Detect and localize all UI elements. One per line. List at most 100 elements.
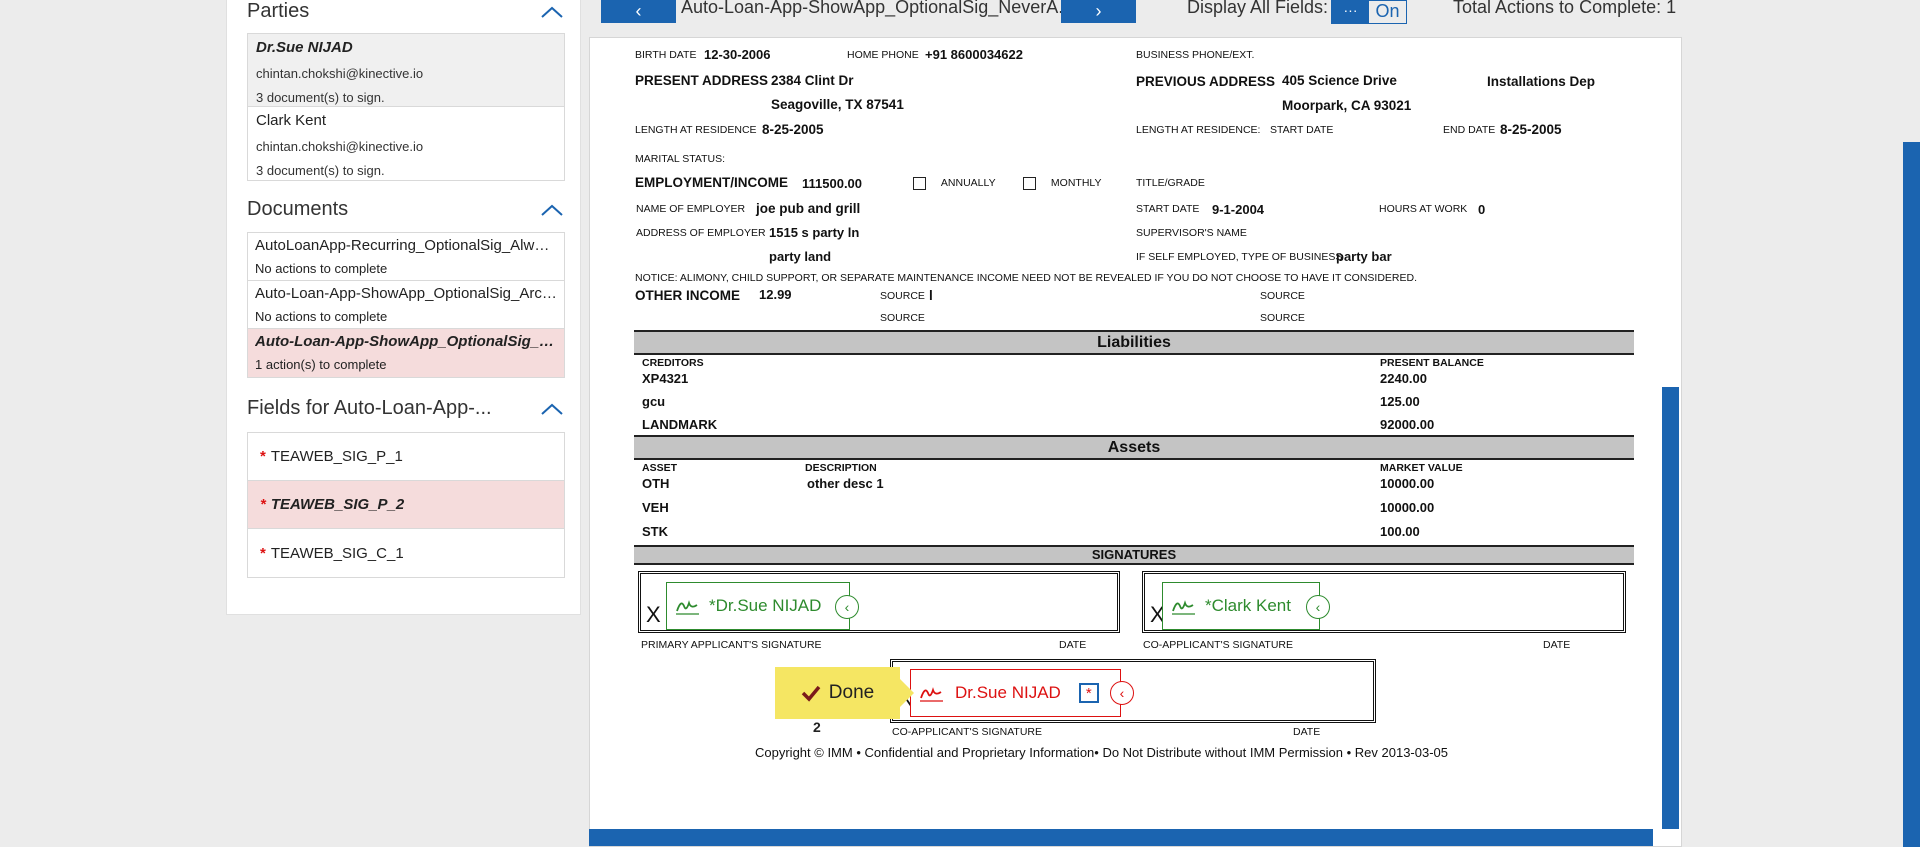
home-phone-label: HOME PHONE <box>847 49 919 61</box>
horizontal-scrollbar[interactable] <box>589 829 1653 846</box>
toggle-value: On <box>1375 1 1400 21</box>
creditors-label: CREDITORS <box>642 357 704 369</box>
done-label: Done <box>828 682 875 703</box>
required-mark: * <box>260 448 266 465</box>
signature-pen-icon <box>1172 600 1195 615</box>
signature-pen-icon <box>676 600 699 615</box>
monthly-label: MONTHLY <box>1050 177 1102 190</box>
display-all-fields-label: Display All Fields: <box>1187 0 1329 17</box>
fields-header[interactable]: Fields for Auto-Loan-App-... <box>247 397 565 420</box>
x-mark: X <box>646 602 661 627</box>
hours-at-work: 0 <box>1478 202 1486 217</box>
document-name: Auto-Loan-App-ShowApp_OptionalSig_NeverA… <box>255 333 557 350</box>
asset-value: 10000.00 <box>1380 476 1435 491</box>
employer-address-label: ADDRESS OF EMPLOYER <box>636 227 766 239</box>
fields-list: * TEAWEB_SIG_P_1 * TEAWEB_SIG_P_2 * TEAW… <box>247 432 565 578</box>
employer-address-line2: party land <box>769 249 832 264</box>
length-residence2-label: LENGTH AT RESIDENCE: <box>1136 124 1261 136</box>
display-all-fields-toggle[interactable]: ··· On <box>1331 0 1407 24</box>
party-email: chintan.chokshi@kinective.io <box>256 139 424 154</box>
next-document-button[interactable]: › <box>1061 0 1136 23</box>
other-income: 12.99 <box>759 287 792 302</box>
chevron-left-circle-icon[interactable]: ‹ <box>835 595 859 619</box>
chevron-left-circle-icon[interactable]: ‹ <box>1110 681 1134 705</box>
end-date-label: END DATE <box>1443 124 1496 136</box>
start-date2-label: START DATE <box>1136 203 1200 215</box>
prev-document-button[interactable]: ‹ <box>601 0 676 23</box>
title-grade-label: TITLE/GRADE <box>1136 177 1205 189</box>
hours-label: HOURS AT WORK <box>1379 203 1468 215</box>
document-name: AutoLoanApp-Recurring_OptionalSig_Always <box>255 237 557 254</box>
asset-value: 100.00 <box>1380 524 1420 539</box>
market-value-label: MARKET VALUE <box>1380 462 1463 474</box>
parties-header[interactable]: Parties <box>247 0 565 23</box>
birth-date-label: BIRTH DATE <box>635 49 697 61</box>
employment-label: EMPLOYMENT/INCOME <box>635 175 789 190</box>
previous-address-line2: Moorpark, CA 93021 <box>1282 98 1412 113</box>
parties-title: Parties <box>247 0 310 22</box>
signature-pen-icon <box>920 687 943 702</box>
asset-type: OTH <box>642 476 670 491</box>
present-address-label: PRESENT ADDRESS <box>635 73 769 88</box>
party-status: 3 document(s) to sign. <box>256 163 385 178</box>
co-signature-field[interactable]: *Clark Kent <box>1162 582 1320 630</box>
documents-header[interactable]: Documents <box>247 198 565 221</box>
required-indicator: * <box>1078 683 1099 703</box>
date-label: DATE <box>1293 726 1321 738</box>
document-item[interactable]: Auto-Loan-App-ShowApp_OptionalSig_Archiv… <box>248 281 564 329</box>
document-item[interactable]: AutoLoanApp-Recurring_OptionalSig_Always… <box>248 233 564 281</box>
end-date: 8-25-2005 <box>1500 122 1562 137</box>
party-item[interactable]: Clark Kent chintan.chokshi@kinective.io … <box>248 107 564 180</box>
annually-option[interactable]: ANNUALLY <box>913 177 996 190</box>
co-signature-label: CO-APPLICANT'S SIGNATURE <box>1143 639 1293 651</box>
marital-status-label: MARITAL STATUS: <box>635 153 726 165</box>
more-icon: ··· <box>1332 1 1369 23</box>
chevron-up-icon[interactable] <box>539 202 565 218</box>
asset-type: VEH <box>642 500 669 515</box>
source-label: SOURCE <box>880 290 925 302</box>
other-income-label: OTHER INCOME <box>635 288 741 303</box>
active-signature-field[interactable]: Dr.Sue NIJAD * <box>910 669 1121 717</box>
signatures-header: SIGNATURES <box>634 545 1634 565</box>
field-item[interactable]: * TEAWEB_SIG_P_1 <box>248 433 564 481</box>
monthly-checkbox[interactable] <box>1023 177 1036 190</box>
home-phone: +91 8600034622 <box>925 47 1023 62</box>
fields-title: Fields for Auto-Loan-App-... <box>247 397 492 419</box>
document-status: No actions to complete <box>255 309 388 324</box>
field-item[interactable]: * TEAWEB_SIG_P_2 <box>248 481 564 529</box>
parties-list: Dr.Sue NIJAD chintan.chokshi@kinective.i… <box>247 33 565 181</box>
chevron-up-icon[interactable] <box>539 4 565 20</box>
page-scrollbar[interactable] <box>1903 142 1920 847</box>
document-title: Auto-Loan-App-ShowApp_OptionalSig_NeverA… <box>681 0 1074 17</box>
chevron-up-icon[interactable] <box>539 401 565 417</box>
field-name: TEAWEB_SIG_C_1 <box>270 544 404 562</box>
previous-address-label: PREVIOUS ADDRESS <box>1136 74 1276 89</box>
done-button[interactable]: Done <box>775 667 914 719</box>
chevron-right-icon: › <box>1095 1 1102 21</box>
chevron-left-circle-icon[interactable]: ‹ <box>1306 595 1330 619</box>
total-actions: Total Actions to Complete: 1 <box>1453 0 1677 17</box>
start-date2: 9-1-2004 <box>1212 202 1265 217</box>
source-label: SOURCE <box>880 312 925 324</box>
vertical-scrollbar[interactable] <box>1662 387 1679 829</box>
party-item[interactable]: Dr.Sue NIJAD chintan.chokshi@kinective.i… <box>248 34 564 107</box>
monthly-option[interactable]: MONTHLY <box>1023 177 1101 190</box>
signer-name: Dr.Sue NIJAD <box>955 683 1061 702</box>
field-item[interactable]: * TEAWEB_SIG_C_1 <box>248 529 564 577</box>
date-label: DATE <box>1059 639 1087 651</box>
copyright-notice: Copyright © IMM • Confidential and Propr… <box>755 745 1449 760</box>
birth-date: 12-30-2006 <box>704 47 771 62</box>
chevron-left-icon: ‹ <box>635 1 642 21</box>
document-item[interactable]: Auto-Loan-App-ShowApp_OptionalSig_NeverA… <box>248 329 564 377</box>
source-label: SOURCE <box>1260 290 1305 302</box>
liabilities-header: Liabilities <box>634 330 1634 355</box>
required-mark: * <box>260 544 266 562</box>
primary-signature-field[interactable]: *Dr.Sue NIJAD <box>666 582 850 630</box>
creditor-name: XP4321 <box>642 371 689 386</box>
signer-name: *Dr.Sue NIJAD <box>709 596 822 615</box>
creditor-name: gcu <box>642 394 666 409</box>
present-balance-label: PRESENT BALANCE <box>1380 357 1484 369</box>
creditor-name: LANDMARK <box>642 417 718 432</box>
primary-signature-label: PRIMARY APPLICANT'S SIGNATURE <box>641 639 822 651</box>
annually-checkbox[interactable] <box>913 177 926 190</box>
